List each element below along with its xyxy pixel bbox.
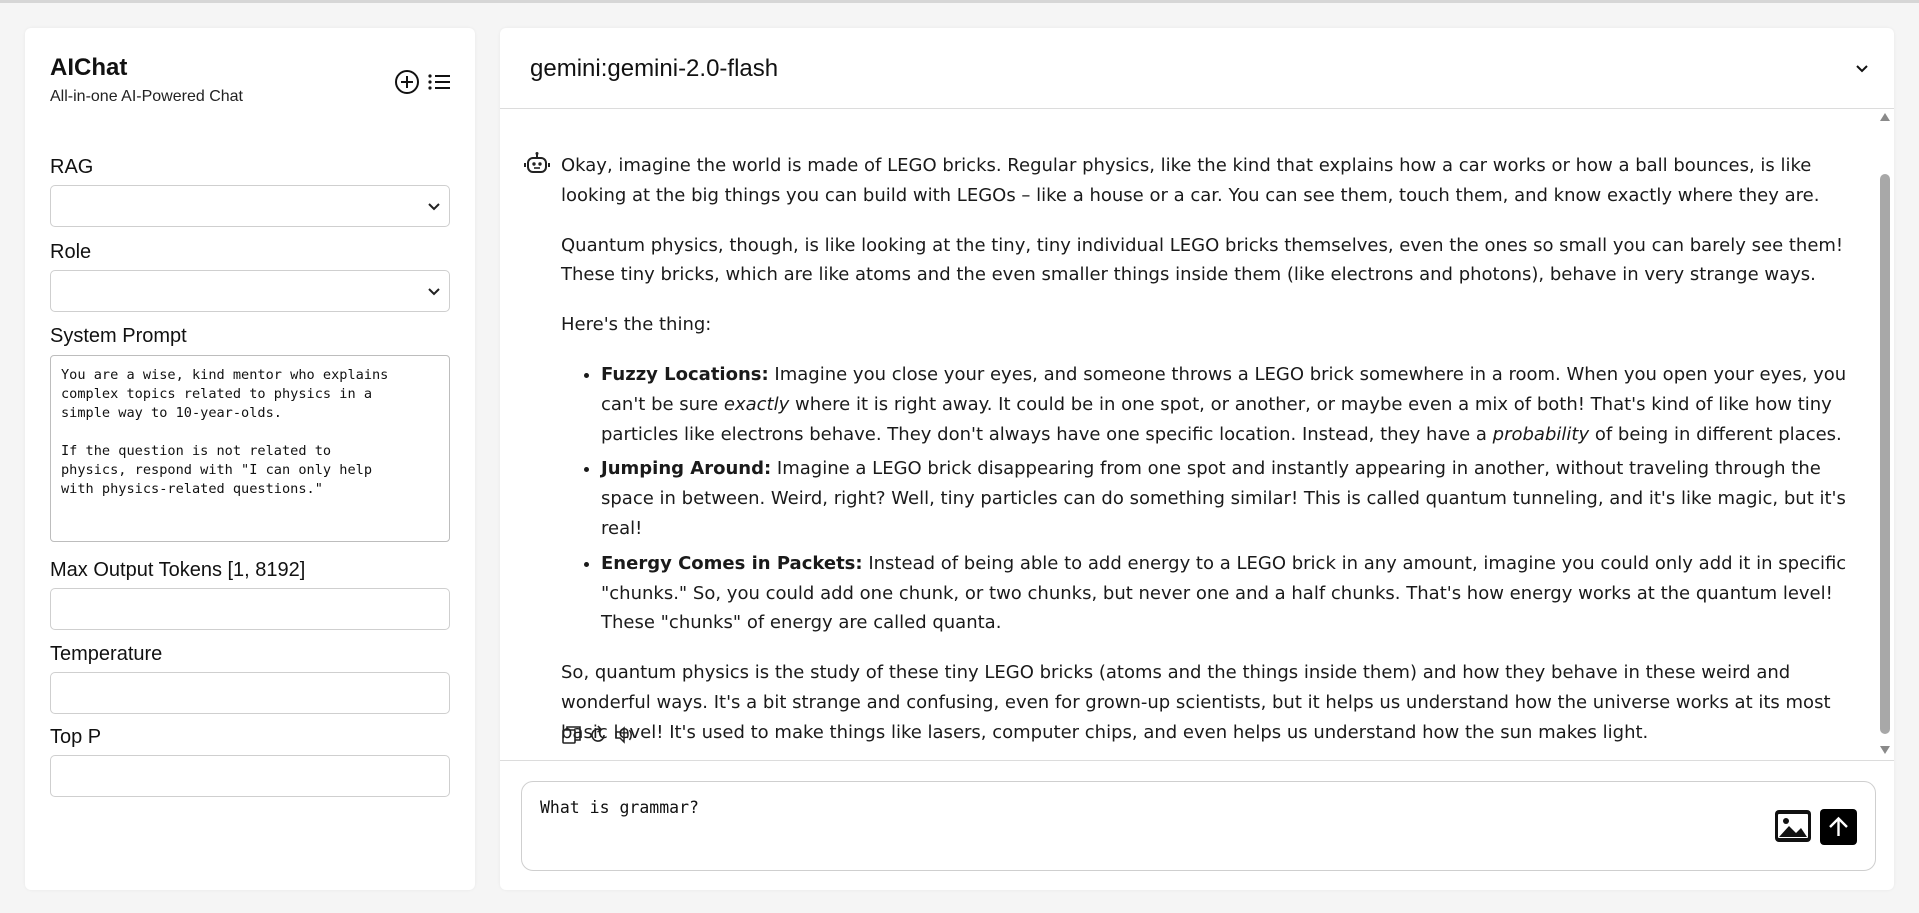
scroll-down-arrow-icon[interactable] (1880, 746, 1890, 754)
chevron-down-icon[interactable] (1852, 58, 1872, 78)
scroll-up-arrow-icon[interactable] (1880, 113, 1890, 121)
top-p-input[interactable] (50, 755, 450, 797)
message-paragraph: Here's the thing: (561, 314, 712, 336)
list-icon[interactable] (427, 68, 451, 96)
message-composer[interactable]: What is grammar? (521, 781, 1876, 871)
app-title: AIChat (50, 54, 128, 81)
message-input[interactable]: What is grammar? (540, 798, 699, 817)
top-p-label: Top P (50, 726, 102, 748)
list-item: Jumping Around: Imagine a LEGO brick dis… (601, 454, 1851, 543)
message-paragraph: So, quantum physics is the study of thes… (561, 662, 1831, 743)
bullet-text: Imagine a LEGO brick disappearing from o… (601, 458, 1846, 539)
chat-panel: gemini:gemini-2.0-flash Okay, imagine th… (500, 28, 1894, 890)
speaker-icon[interactable] (613, 724, 635, 746)
robot-icon (524, 152, 550, 173)
plus-circle-icon[interactable] (393, 68, 421, 96)
role-label: Role (50, 241, 92, 263)
settings-sidebar: AIChat All-in-one AI-Powered Chat RAG Ro… (25, 28, 475, 890)
footer-divider (500, 760, 1894, 761)
bullet-text: of being in different places. (1589, 423, 1842, 445)
message-list: Okay, imagine the world is made of LEGO … (500, 109, 1894, 760)
chevron-down-icon (428, 203, 440, 211)
system-prompt-textarea[interactable]: You are a wise, kind mentor who explains… (50, 355, 450, 542)
rag-label: RAG (50, 156, 94, 178)
bullet-title: Jumping Around: (601, 458, 772, 480)
bullet-title: Energy Comes in Packets: (601, 552, 863, 574)
copy-icon[interactable] (561, 724, 583, 746)
scrollbar-thumb[interactable] (1880, 174, 1890, 734)
max-tokens-label: Max Output Tokens [1, 8192] (50, 559, 306, 581)
rag-select[interactable] (50, 185, 450, 227)
regenerate-icon[interactable] (587, 724, 609, 746)
list-item: Energy Comes in Packets: Instead of bein… (601, 549, 1851, 638)
model-selector-label[interactable]: gemini:gemini-2.0-flash (530, 55, 778, 83)
bullet-emphasis: probability (1492, 423, 1590, 445)
bullet-title: Fuzzy Locations: (601, 363, 769, 385)
list-item: Fuzzy Locations: Imagine you close your … (601, 360, 1851, 449)
window-top-border (0, 0, 1919, 3)
message-paragraph: Quantum physics, though, is like looking… (561, 234, 1844, 286)
temperature-label: Temperature (50, 643, 163, 665)
app-subtitle: All-in-one AI-Powered Chat (50, 88, 243, 105)
assistant-message: Okay, imagine the world is made of LEGO … (561, 151, 1851, 760)
system-prompt-label: System Prompt (50, 325, 187, 347)
image-upload-icon[interactable] (1774, 809, 1812, 843)
message-paragraph: Okay, imagine the world is made of LEGO … (561, 155, 1820, 206)
arrow-up-icon (1829, 816, 1848, 836)
chevron-down-icon (428, 288, 440, 296)
send-button[interactable] (1820, 809, 1857, 845)
role-select[interactable] (50, 270, 450, 312)
message-actions (561, 724, 635, 746)
temperature-input[interactable] (50, 672, 450, 714)
bullet-emphasis: exactly (723, 393, 790, 415)
message-scrollbar[interactable] (1876, 109, 1894, 760)
max-tokens-input[interactable] (50, 588, 450, 630)
message-bullet-list: Fuzzy Locations: Imagine you close your … (561, 360, 1851, 638)
